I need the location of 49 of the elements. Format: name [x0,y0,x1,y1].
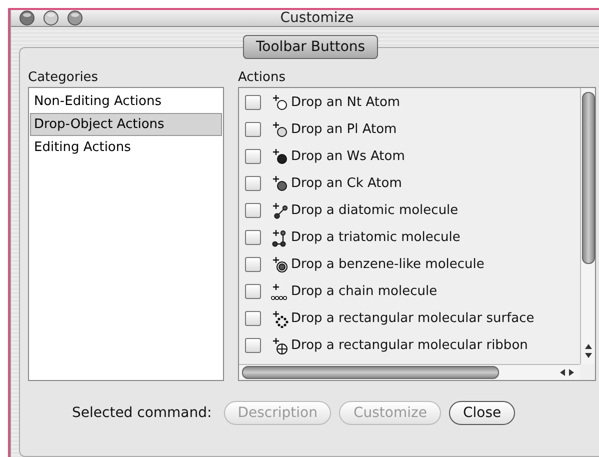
checkbox[interactable] [245,284,261,299]
checkbox[interactable] [245,176,261,191]
molecule-icon [271,310,289,328]
action-label: Drop a diatomic molecule [291,203,458,218]
checkbox[interactable] [245,95,261,110]
action-label: Drop an Nt Atom [291,95,400,110]
window-title: Customize [279,10,355,26]
checkbox[interactable] [245,149,261,164]
molecule-icon [271,336,289,354]
checkbox[interactable] [245,203,261,218]
vertical-scrollbar[interactable] [580,88,595,364]
action-label: Drop a rectangular molecular ribbon [291,338,528,353]
scroll-down-icon[interactable] [584,351,592,360]
scroll-left-icon[interactable] [558,368,567,377]
molecule-icon [271,94,289,112]
molecule-icon [271,148,289,166]
molecule-icon [271,202,289,220]
action-label: Drop a rectangular molecular surface [291,311,534,326]
scroll-up-icon[interactable] [584,342,592,351]
action-label: Drop a triatomic molecule [291,230,460,245]
window-control-icon[interactable] [43,10,59,26]
molecule-icon [271,282,289,300]
action-label: Drop an Pl Atom [291,122,397,137]
scroll-thumb[interactable] [582,92,594,264]
categories-label: Categories [28,70,100,85]
action-label: Drop a benzene-like molecule [291,257,484,272]
window-control-icon[interactable] [67,10,83,26]
actions-label: Actions [238,70,286,85]
action-label: Drop an Ck Atom [291,176,402,191]
molecule-icon [271,120,289,138]
dialog-button[interactable]: Close [448,401,516,425]
window-control-icon[interactable] [19,10,35,26]
category-item[interactable]: Editing Actions [30,136,222,159]
category-item[interactable]: Non-Editing Actions [30,90,222,113]
category-item[interactable]: Drop-Object Actions [30,113,222,136]
checkbox[interactable] [245,311,261,326]
molecule-icon [271,174,289,192]
action-label: Drop an Ws Atom [291,149,405,164]
toolbar-buttons-tab[interactable]: Toolbar Buttons [243,35,378,59]
horizontal-scrollbar[interactable] [239,364,580,380]
checkbox[interactable] [245,230,261,245]
molecule-icon [271,256,289,274]
action-label: Drop a chain molecule [291,284,438,299]
checkbox[interactable] [245,122,261,137]
selected-command-label: Selected command: [72,405,212,421]
checkbox[interactable] [245,257,261,272]
checkbox[interactable] [245,338,261,353]
scroll-right-icon[interactable] [567,368,576,377]
scroll-thumb[interactable] [242,366,499,379]
